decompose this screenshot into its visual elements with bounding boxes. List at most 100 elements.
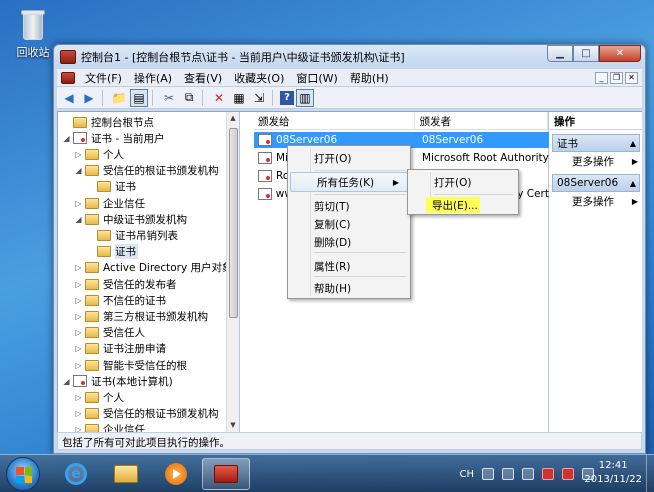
properties-icon[interactable]: ▦ — [230, 89, 248, 107]
taskbar-internet-explorer[interactable]: e — [52, 458, 100, 490]
more-actions-item[interactable]: 更多操作 ▶ — [550, 192, 642, 210]
tree-item[interactable]: ▷ 第三方根证书颁发机构 — [74, 308, 208, 324]
ctx-properties[interactable]: 属性(R) — [288, 256, 410, 276]
actions-pane: 操作 证书 ▲ 更多操作 ▶ 08Server06 ▲ 更多操作 ▶ — [550, 112, 642, 432]
menu-separator — [314, 194, 406, 195]
tree-expander-icon[interactable]: ▷ — [74, 409, 83, 418]
copy-icon[interactable]: ⧉ — [180, 89, 198, 107]
tree-expander-icon[interactable]: ▷ — [74, 361, 83, 370]
action-center-icon[interactable] — [542, 468, 554, 480]
tree-item[interactable]: ◢ 受信任的根证书颁发机构 — [74, 163, 219, 179]
delete-icon[interactable]: ✕ — [210, 89, 228, 107]
tree-expander-icon[interactable]: ▷ — [74, 425, 83, 432]
up-folder-icon[interactable]: 📁 — [110, 89, 128, 107]
tree-item[interactable]: ◢ 证书(本地计算机) — [62, 373, 173, 389]
cut-icon[interactable]: ✂ — [160, 89, 178, 107]
tree-item[interactable]: 证书吊销列表 — [86, 227, 178, 243]
ctx-delete[interactable]: 删除(D) — [288, 232, 410, 252]
tree-expander-icon[interactable]: ◢ — [74, 215, 83, 224]
ime-indicator[interactable]: CH — [459, 469, 474, 480]
tree-expander-icon[interactable]: ▷ — [74, 344, 83, 353]
tree-item[interactable]: 证书 — [86, 179, 136, 195]
tree-expander-icon[interactable]: ▷ — [74, 328, 83, 337]
menu-window[interactable]: 窗口(W) — [290, 70, 343, 86]
mdi-minimize-button[interactable]: _ — [595, 71, 608, 84]
help-icon[interactable]: ? — [280, 90, 294, 105]
tree-expander-icon[interactable]: ◢ — [62, 134, 71, 143]
tree-item[interactable]: ▷ 企业信任 — [74, 422, 145, 432]
tree-item[interactable]: ▷ 受信任的发布者 — [74, 276, 177, 292]
scroll-up-arrow-icon[interactable]: ▲ — [227, 112, 239, 125]
title-bar[interactable]: 控制台1 - [控制台根节点\证书 - 当前用户\中级证书颁发机构\证书] ▁ … — [54, 44, 645, 69]
collapse-up-icon[interactable]: ▲ — [630, 179, 636, 188]
tree-item[interactable]: 控制台根节点 — [62, 114, 154, 130]
sub-open[interactable]: 打开(O) — [408, 172, 518, 192]
help-tray-icon[interactable] — [502, 468, 514, 480]
export-list-icon[interactable]: ⇲ — [250, 89, 268, 107]
close-button[interactable]: ✕ — [599, 44, 641, 62]
forward-arrow-icon[interactable]: ▶ — [80, 89, 98, 107]
tree-scrollbar[interactable]: ▲ ▼ — [226, 112, 239, 432]
ctx-open[interactable]: 打开(O) — [288, 148, 410, 168]
back-arrow-icon[interactable]: ◀ — [60, 89, 78, 107]
show-hide-tree-icon[interactable]: ▤ — [130, 88, 148, 107]
tree-expander-icon[interactable]: ◢ — [62, 377, 71, 386]
tree-item[interactable]: ▷ 个人 — [74, 389, 124, 405]
tree-expander-icon[interactable]: ▷ — [74, 150, 83, 159]
taskbar-mmc[interactable] — [202, 458, 250, 490]
tree-item[interactable]: ▷ 企业信任 — [74, 195, 145, 211]
tree-expander-icon[interactable]: ▷ — [74, 263, 83, 272]
mdi-close-button[interactable]: ✕ — [625, 71, 638, 84]
maximize-button[interactable]: □ — [573, 44, 599, 62]
recycle-bin-shortcut[interactable]: 回收站 — [8, 6, 58, 60]
actions-group-selected-cert[interactable]: 08Server06 ▲ — [552, 174, 640, 192]
sub-export[interactable]: 导出(E)... — [426, 197, 480, 213]
ctx-copy[interactable]: 复制(C) — [288, 214, 410, 234]
menu-view[interactable]: 查看(V) — [178, 70, 228, 86]
column-issued-to[interactable]: 颁发给 — [254, 112, 416, 129]
more-actions-item[interactable]: 更多操作 ▶ — [550, 152, 642, 170]
tree-expander-icon[interactable]: ▷ — [74, 280, 83, 289]
tree-item[interactable]: ▷ Active Directory 用户对象 — [74, 260, 233, 276]
keyboard-icon[interactable] — [482, 468, 494, 480]
scroll-thumb[interactable] — [229, 128, 238, 318]
scroll-down-arrow-icon[interactable]: ▼ — [227, 419, 239, 432]
ctx-help[interactable]: 帮助(H) — [288, 278, 410, 298]
collapse-up-icon[interactable]: ▲ — [630, 139, 636, 148]
tree-item[interactable]: ◢ 中级证书颁发机构 — [74, 211, 187, 227]
tree-item[interactable]: ▷ 受信任的根证书颁发机构 — [74, 406, 219, 422]
menu-file[interactable]: 文件(F) — [79, 70, 128, 86]
certificate-icon — [258, 170, 272, 182]
tree-item-label: 控制台根节点 — [91, 116, 154, 129]
taskbar-media-player[interactable] — [152, 458, 200, 490]
start-button[interactable] — [6, 457, 40, 491]
menu-help[interactable]: 帮助(H) — [344, 70, 395, 86]
tree-item[interactable]: ◢ 证书 - 当前用户 — [62, 130, 164, 146]
tree-expander-icon[interactable]: ▷ — [74, 296, 83, 305]
action-pane-icon[interactable]: ▥ — [296, 88, 314, 107]
tree-expander-icon[interactable]: ◢ — [74, 166, 83, 175]
menu-action[interactable]: 操作(A) — [128, 70, 178, 86]
tree-item[interactable]: ▷ 个人 — [74, 146, 124, 162]
tree-item[interactable]: ▷ 不信任的证书 — [74, 292, 166, 308]
tree-item[interactable]: ▷ 受信任人 — [74, 325, 145, 341]
ctx-all-tasks[interactable]: 所有任务(K) ▶ — [290, 172, 408, 192]
tree-expander-icon[interactable]: ▷ — [74, 312, 83, 321]
network-icon[interactable] — [562, 468, 574, 480]
show-desktop-button[interactable] — [646, 455, 654, 492]
column-issued-by[interactable]: 颁发者 — [415, 112, 548, 129]
tree-expander-icon[interactable]: ▷ — [74, 199, 83, 208]
tree-expander-icon[interactable]: ▷ — [74, 393, 83, 402]
tree-item[interactable]: 证书 — [86, 244, 138, 260]
show-hidden-icons-icon[interactable] — [522, 468, 534, 480]
menu-favorites[interactable]: 收藏夹(O) — [228, 70, 290, 86]
mdi-restore-button[interactable]: ❐ — [610, 71, 623, 84]
tree-item[interactable]: ▷ 证书注册申请 — [74, 341, 166, 357]
taskbar-explorer[interactable] — [102, 458, 150, 490]
actions-group-certificates[interactable]: 证书 ▲ — [552, 134, 640, 152]
minimize-button[interactable]: ▁ — [547, 44, 573, 62]
console-menu-icon[interactable] — [61, 71, 75, 84]
clock[interactable]: 12:41 2013/11/22 — [584, 459, 642, 487]
ctx-cut[interactable]: 剪切(T) — [288, 196, 410, 216]
tree-item[interactable]: ▷ 智能卡受信任的根 — [74, 357, 187, 373]
